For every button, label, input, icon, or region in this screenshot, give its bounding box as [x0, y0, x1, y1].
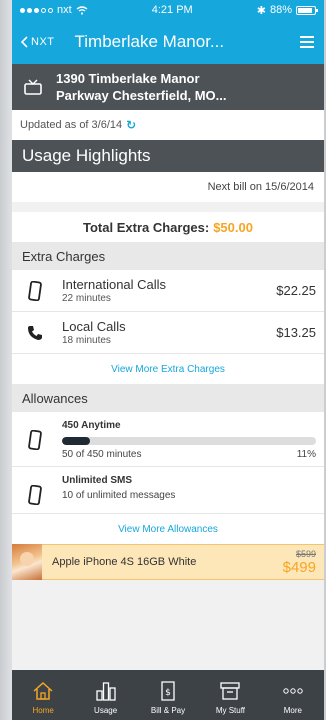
tab-label: My Stuff — [215, 706, 246, 715]
back-button[interactable]: NXT — [20, 36, 55, 48]
usage-highlights-heading: Usage Highlights — [12, 140, 324, 172]
signal-carrier: nxt — [20, 4, 88, 16]
promo-banner[interactable]: Apple iPhone 4S 16GB White $599 $499 — [12, 544, 324, 580]
phone-handset-icon — [24, 321, 46, 345]
account-address-bar[interactable]: 1390 Timberlake Manor Parkway Chesterfie… — [12, 64, 324, 110]
charge-name: International Calls — [62, 277, 167, 292]
back-label: NXT — [31, 36, 55, 48]
tab-bill-pay[interactable]: $ Bill & Pay — [137, 670, 199, 720]
allowances-heading: Allowances — [12, 384, 324, 412]
promo-new-price: $499 — [282, 558, 316, 576]
status-bar: nxt 4:21 PM ✱ 88% — [12, 0, 324, 20]
tab-usage[interactable]: Usage — [74, 670, 136, 720]
charge-detail: 18 minutes — [62, 335, 111, 346]
mobile-phone-icon — [24, 279, 46, 303]
charge-price: $13.25 — [276, 325, 316, 340]
view-more-allowances-link[interactable]: View More Allowances — [12, 514, 324, 544]
extra-charges-heading: Extra Charges — [12, 242, 324, 270]
svg-text:$: $ — [165, 688, 171, 698]
charge-row-local[interactable]: Local Calls 18 minutes $13.25 — [12, 312, 324, 354]
box-icon — [219, 679, 241, 703]
more-dots-icon — [282, 679, 304, 703]
allowance-percent: 11% — [296, 449, 316, 460]
total-label: Total Extra Charges: — [83, 219, 210, 235]
mobile-phone-icon — [24, 483, 46, 507]
chevron-left-icon — [20, 36, 28, 48]
allowance-title: 450 Anytime — [62, 420, 121, 431]
signal-strength-icon — [20, 7, 53, 13]
usage-chart-icon — [95, 679, 117, 703]
home-icon — [32, 679, 54, 703]
app-screen: nxt 4:21 PM ✱ 88% NXT Timberlake Manor..… — [12, 0, 324, 720]
charge-name: Local Calls — [62, 319, 126, 334]
battery-icon — [296, 5, 318, 15]
battery-status: ✱ 88% — [256, 4, 318, 17]
bill-icon: $ — [158, 679, 178, 703]
tab-label: Usage — [94, 706, 118, 715]
total-extra-charges: Total Extra Charges: $50.00 — [12, 212, 324, 242]
tab-label: More — [283, 706, 302, 715]
updated-text: Updated as of 3/6/14 — [20, 119, 123, 131]
promo-product-name: Apple iPhone 4S 16GB White — [52, 556, 197, 568]
nav-bar: NXT Timberlake Manor... — [12, 20, 324, 64]
promo-prices: $599 $499 — [283, 549, 324, 576]
total-amount: $50.00 — [213, 219, 253, 235]
tab-bar: Home Usage $ Bill & Pay My Stuff More — [12, 670, 324, 720]
promo-image — [12, 544, 42, 580]
updated-row: Updated as of 3/6/14 ↻ — [12, 110, 324, 140]
tab-my-stuff[interactable]: My Stuff — [199, 670, 261, 720]
allowance-row-anytime[interactable]: 450 Anytime 50 of 450 minutes 11% — [12, 412, 324, 467]
usage-progress-bar — [62, 437, 316, 445]
promo-old-price: $599 — [295, 548, 316, 559]
tab-home[interactable]: Home — [12, 670, 74, 720]
carrier-name: nxt — [57, 4, 72, 16]
battery-percent: 88% — [269, 4, 292, 16]
next-bill-date: Next bill on 15/6/2014 — [12, 172, 324, 202]
charge-detail: 22 minutes — [62, 293, 111, 304]
refresh-icon[interactable]: ↻ — [126, 118, 136, 132]
menu-icon[interactable] — [300, 36, 314, 48]
divider — [12, 202, 324, 212]
clock: 4:21 PM — [151, 4, 193, 16]
allowance-title: Unlimited SMS — [62, 475, 133, 486]
address-line-1: 1390 Timberlake Manor — [56, 71, 200, 86]
page-title: Timberlake Manor... — [74, 32, 225, 51]
account-address: 1390 Timberlake Manor Parkway Chesterfie… — [56, 70, 227, 104]
tab-label: Home — [32, 706, 54, 715]
tv-icon — [24, 79, 42, 95]
wifi-icon — [76, 5, 88, 15]
charge-row-international[interactable]: International Calls 22 minutes $22.25 — [12, 270, 324, 312]
allowance-row-sms[interactable]: Unlimited SMS 10 of unlimited messages — [12, 467, 324, 514]
address-line-2: Parkway Chesterfield, MO... — [56, 88, 227, 103]
usage-progress-fill — [62, 437, 90, 445]
tab-label: Bill & Pay — [150, 706, 186, 715]
bluetooth-icon: ✱ — [256, 4, 266, 17]
mobile-phone-icon — [24, 428, 46, 452]
tab-more[interactable]: More — [262, 670, 324, 720]
allowance-detail: 50 of 450 minutes — [62, 449, 142, 460]
view-more-extra-charges-link[interactable]: View More Extra Charges — [12, 354, 324, 384]
charge-price: $22.25 — [276, 283, 316, 298]
allowance-detail: 10 of unlimited messages — [62, 490, 176, 501]
